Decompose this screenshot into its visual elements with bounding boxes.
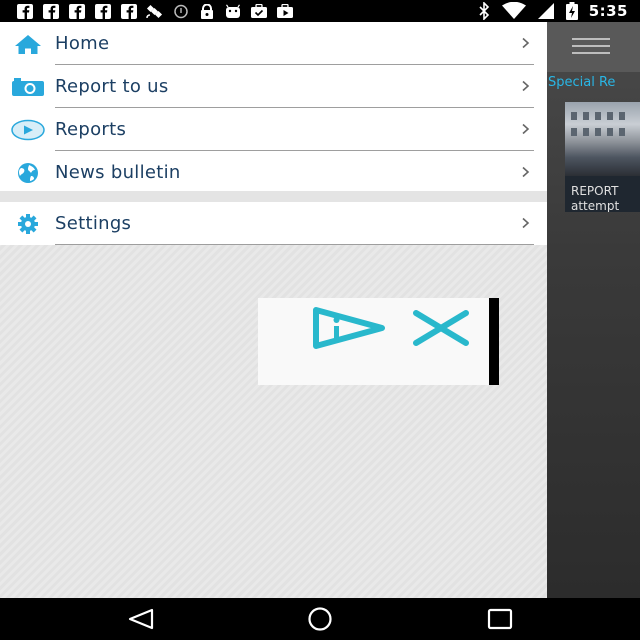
lock-icon [201, 3, 213, 19]
background-app: Special Re REPORT attempt [547, 22, 640, 598]
menu-item-reports[interactable]: Reports [0, 108, 547, 151]
ad-banner[interactable] [258, 298, 499, 385]
chevron-right-icon [522, 123, 530, 135]
play-circle-icon [11, 119, 45, 141]
facebook-icon [43, 3, 59, 19]
section-label: Special Re [548, 75, 616, 90]
system-nav-bar [0, 598, 640, 640]
briefcase-play-icon [277, 3, 293, 18]
article-thumbnail [565, 102, 640, 176]
facebook-icon [69, 3, 85, 19]
chevron-right-icon [522, 166, 530, 178]
menu-item-label: Settings [55, 213, 132, 234]
chevron-right-icon [522, 80, 530, 92]
menu-item-label: Reports [55, 119, 127, 140]
globe-icon [18, 163, 38, 183]
menu-item-label: Report to us [55, 76, 169, 97]
home-icon [15, 35, 41, 54]
camera-icon [12, 78, 44, 96]
menu-item-label: News bulletin [55, 162, 181, 183]
divider [55, 244, 534, 245]
facebook-icon [121, 3, 137, 19]
app-toolbar [547, 22, 640, 72]
facebook-icon [17, 3, 33, 19]
satellite-icon [146, 4, 163, 18]
alarm-icon [174, 4, 188, 18]
wifi-icon [501, 2, 526, 19]
system-icons: 5:35 [477, 2, 628, 20]
notification-icons [16, 3, 294, 19]
ad-edge [489, 298, 499, 385]
clock: 5:35 [588, 2, 628, 20]
ad-close-icon[interactable] [412, 310, 470, 346]
menu-item-label: Home [55, 33, 110, 54]
article-card[interactable]: REPORT attempt [565, 102, 640, 212]
navigation-drawer: Home Report to us Reports News bulletin … [0, 22, 547, 598]
menu-item-home[interactable]: Home [0, 22, 547, 65]
gear-icon [18, 214, 38, 234]
ad-info-play-icon[interactable] [310, 306, 386, 350]
chevron-right-icon [522, 217, 530, 229]
bluetooth-icon [479, 2, 489, 20]
battery-charging-icon [565, 2, 578, 20]
signal-icon [537, 3, 554, 19]
menu-icon[interactable] [572, 38, 610, 56]
android-icon [226, 3, 240, 18]
menu-item-report-to-us[interactable]: Report to us [0, 65, 547, 108]
back-icon[interactable] [126, 607, 156, 631]
status-bar: 5:35 [0, 0, 640, 22]
chevron-right-icon [522, 37, 530, 49]
briefcase-check-icon [251, 3, 267, 18]
recents-icon[interactable] [485, 607, 515, 631]
article-title: REPORT attempt [571, 184, 620, 212]
menu-item-settings[interactable]: Settings [0, 202, 547, 245]
menu-item-news-bulletin[interactable]: News bulletin [0, 151, 547, 194]
facebook-icon [95, 3, 111, 19]
home-circle-icon[interactable] [305, 607, 335, 631]
